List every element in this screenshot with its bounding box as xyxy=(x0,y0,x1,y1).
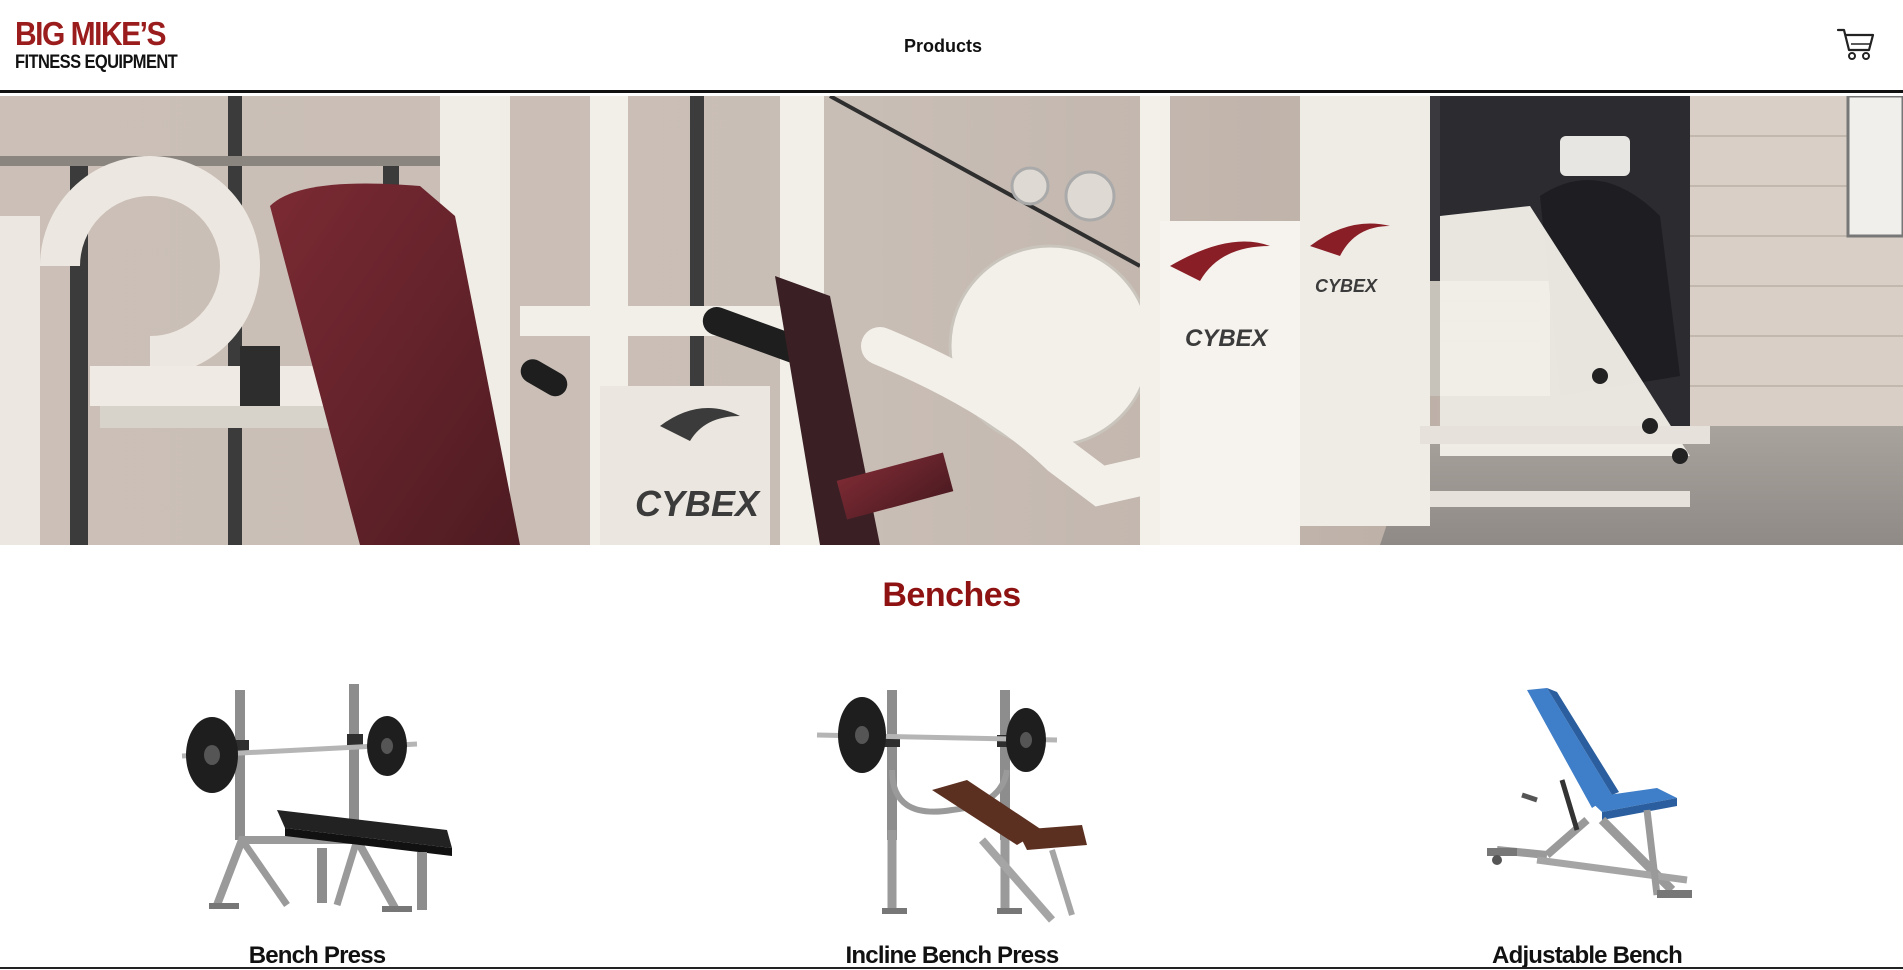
product-name-adjustable-bench[interactable]: Adjustable Bench xyxy=(1387,942,1787,970)
flat-bench-press-image xyxy=(181,684,452,912)
section-title-benches: Benches xyxy=(882,576,1021,614)
adjustable-bench-image xyxy=(1487,688,1692,898)
product-card-incline-bench-press[interactable]: Incline Bench Press xyxy=(752,680,1152,969)
cybex-logo-left: CYBEX xyxy=(635,483,761,524)
product-name-bench-press[interactable]: Bench Press xyxy=(117,942,517,970)
cybex-logo-right: CYBEX xyxy=(1315,276,1378,296)
shopping-cart-icon[interactable] xyxy=(1836,26,1876,62)
product-card-adjustable-bench[interactable]: Adjustable Bench xyxy=(1387,680,1787,969)
gym-photo-illustration: CYBEX CYBEX CYBEX xyxy=(0,96,1903,545)
logo-subtitle: FITNESS EQUIPMENT xyxy=(15,51,178,73)
cart-icon-svg xyxy=(1836,28,1875,60)
incline-bench-press-image xyxy=(816,690,1087,923)
cybex-logo-center: CYBEX xyxy=(1185,325,1270,352)
site-logo[interactable]: BIG MIKE’S FITNESS EQUIPMENT xyxy=(15,15,178,73)
product-card-bench-press[interactable]: Bench Press xyxy=(117,680,517,969)
nav-products-link[interactable]: Products xyxy=(904,36,982,57)
logo-title: BIG MIKE’S xyxy=(15,15,167,53)
hero-gym-image: CYBEX CYBEX CYBEX xyxy=(0,96,1903,545)
site-header: BIG MIKE’S FITNESS EQUIPMENT Products xyxy=(0,0,1903,93)
product-name-incline-bench-press[interactable]: Incline Bench Press xyxy=(752,942,1152,970)
